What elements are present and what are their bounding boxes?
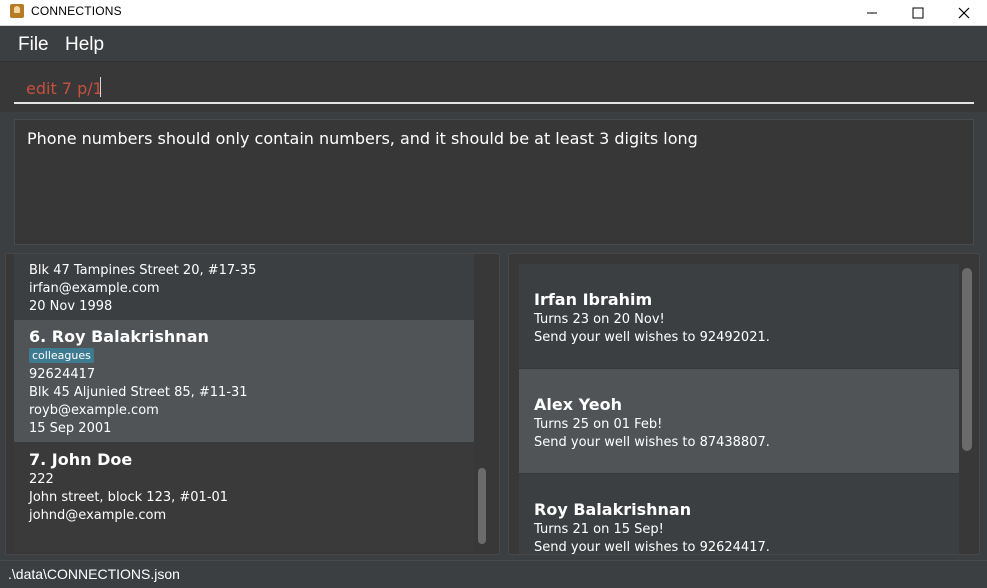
person-phone: 92624417	[29, 367, 96, 382]
birthday-wish: Send your well wishes to 87438807.	[534, 435, 770, 450]
birthday-name: Alex Yeoh	[534, 395, 622, 414]
person-email: johnd@example.com	[29, 508, 167, 523]
person-card[interactable]: Blk 47 Tampines Street 20, #17-35 irfan@…	[14, 254, 474, 320]
minimize-icon	[867, 12, 877, 13]
data-file-path: .\data\CONNECTIONS.json	[8, 566, 180, 582]
close-button[interactable]	[941, 0, 987, 25]
person-list-panel[interactable]: Blk 47 Tampines Street 20, #17-35 irfan@…	[5, 253, 500, 555]
menu-bar: File Help	[0, 26, 987, 62]
menu-help[interactable]: Help	[65, 34, 104, 56]
person-birthday: 15 Sep 2001	[29, 421, 112, 436]
result-message: Phone numbers should only contain number…	[27, 129, 698, 148]
birthday-card[interactable]: Roy Balakrishnan Turns 21 on 15 Sep! Sen…	[519, 474, 959, 555]
birthday-turns: Turns 23 on 20 Nov!	[534, 312, 665, 327]
maximize-button[interactable]	[895, 0, 941, 25]
window-title: CONNECTIONS	[31, 4, 122, 18]
close-icon	[958, 7, 970, 18]
command-box	[0, 62, 987, 112]
minimize-button[interactable]	[849, 0, 895, 25]
birthday-name: Roy Balakrishnan	[534, 500, 692, 519]
person-address: John street, block 123, #01-01	[29, 490, 229, 505]
result-display: Phone numbers should only contain number…	[14, 119, 974, 245]
person-email: irfan@example.com	[29, 281, 160, 296]
birthday-name: Irfan Ibrahim	[534, 290, 653, 309]
birthday-turns: Turns 21 on 15 Sep!	[534, 522, 664, 537]
birthday-list-scrollbar[interactable]	[962, 268, 972, 451]
app-icon	[10, 4, 24, 18]
person-phone: 222	[29, 472, 54, 487]
status-bar: .\data\CONNECTIONS.json	[0, 560, 987, 588]
tag-badge: colleagues	[29, 348, 94, 363]
birthday-turns: Turns 25 on 01 Feb!	[534, 417, 663, 432]
person-name: 6. Roy Balakrishnan	[29, 327, 209, 346]
person-address: Blk 45 Aljunied Street 85, #11-31	[29, 385, 248, 400]
person-card-selected[interactable]: 6. Roy Balakrishnan colleagues 92624417 …	[14, 320, 474, 442]
menu-file[interactable]: File	[18, 34, 49, 56]
person-name: 7. John Doe	[29, 450, 133, 469]
person-card[interactable]: 7. John Doe 222 John street, block 123, …	[14, 442, 474, 552]
birthday-card[interactable]: Irfan Ibrahim Turns 23 on 20 Nov! Send y…	[519, 264, 959, 368]
person-birthday: 20 Nov 1998	[29, 299, 113, 314]
title-bar: CONNECTIONS	[0, 0, 987, 26]
person-address: Blk 47 Tampines Street 20, #17-35	[29, 263, 257, 278]
birthday-wish: Send your well wishes to 92492021.	[534, 330, 770, 345]
birthday-list-panel[interactable]: Irfan Ibrahim Turns 23 on 20 Nov! Send y…	[508, 253, 980, 555]
birthday-card-selected[interactable]: Alex Yeoh Turns 25 on 01 Feb! Send your …	[519, 369, 959, 473]
command-input[interactable]	[14, 74, 974, 104]
person-list-scrollbar[interactable]	[478, 468, 486, 544]
birthday-wish: Send your well wishes to 92624417.	[534, 540, 770, 555]
maximize-icon	[912, 7, 924, 18]
text-caret	[100, 77, 101, 97]
person-email: royb@example.com	[29, 403, 159, 418]
